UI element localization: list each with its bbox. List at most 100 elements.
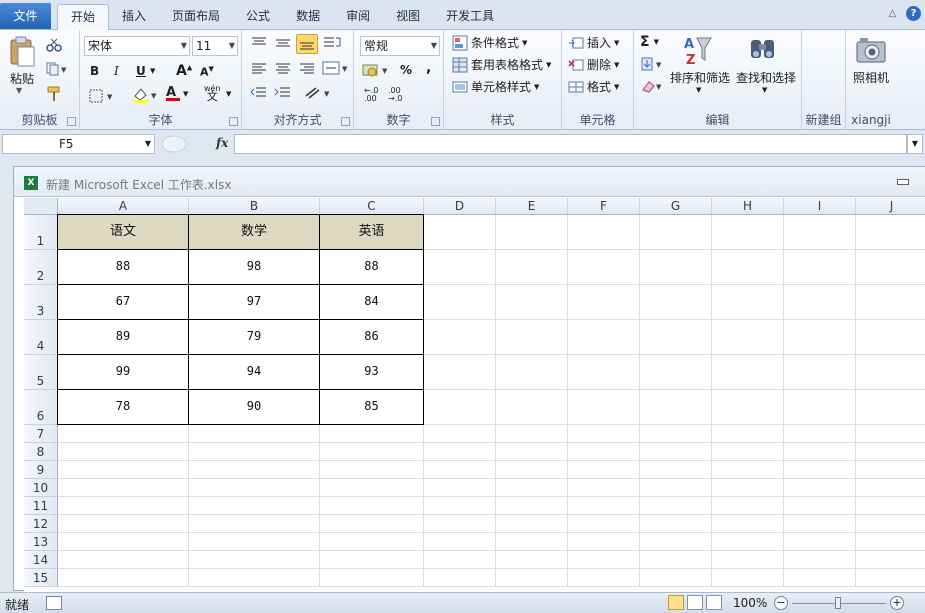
font-size-select[interactable]: 11 ▼ xyxy=(192,36,238,56)
tab-page-layout[interactable]: 页面布局 xyxy=(159,4,233,30)
underline-dropdown-icon[interactable]: ▼ xyxy=(150,67,155,75)
column-header-h[interactable]: H xyxy=(712,198,784,215)
number-format-select[interactable]: 常规 ▼ xyxy=(360,36,440,56)
find-select-label[interactable]: 查找和选择 xyxy=(732,69,800,86)
tab-review[interactable]: 审阅 xyxy=(333,4,383,30)
data-cell[interactable]: 97 xyxy=(189,285,320,320)
row-header-12[interactable]: 12 xyxy=(24,515,58,533)
page-layout-view-icon[interactable] xyxy=(687,595,703,610)
formula-input[interactable] xyxy=(234,134,907,154)
row-header-4[interactable]: 4 xyxy=(24,320,58,355)
tab-view[interactable]: 视图 xyxy=(383,4,433,30)
normal-view-icon[interactable] xyxy=(668,595,684,610)
find-select-dropdown-icon[interactable]: ▼ xyxy=(762,86,767,94)
insert-cells-button[interactable]: 插入 ▼ xyxy=(568,34,619,51)
tab-insert[interactable]: 插入 xyxy=(109,4,159,30)
format-as-table-button[interactable]: 套用表格格式 ▼ xyxy=(452,56,551,73)
zoom-level[interactable]: 100% xyxy=(733,596,767,610)
autosum-button[interactable]: Σ ▼ xyxy=(640,34,659,50)
align-right-icon[interactable] xyxy=(298,62,316,79)
increase-indent-icon[interactable] xyxy=(274,86,292,103)
italic-button[interactable]: I xyxy=(114,64,119,78)
tab-home[interactable]: 开始 xyxy=(57,4,110,31)
select-all-corner[interactable] xyxy=(24,198,58,215)
row-header-11[interactable]: 11 xyxy=(24,497,58,515)
header-cell[interactable]: 英语 xyxy=(320,214,424,250)
grow-font-icon[interactable]: A▲ xyxy=(176,63,192,79)
minimize-ribbon-icon[interactable]: △ xyxy=(885,6,900,21)
tab-developer[interactable]: 开发工具 xyxy=(433,4,507,30)
phonetic-icon[interactable]: wén 文 xyxy=(204,85,221,103)
help-icon[interactable]: ? xyxy=(906,6,921,21)
header-cell[interactable]: 数学 xyxy=(189,214,320,250)
merge-center-icon[interactable]: ▼ xyxy=(322,60,350,79)
align-bottom-icon[interactable] xyxy=(296,34,318,54)
conditional-format-button[interactable]: 条件格式 ▼ xyxy=(452,34,527,51)
minimize-icon[interactable] xyxy=(897,179,909,185)
find-select-icon[interactable] xyxy=(748,34,778,67)
align-top-icon[interactable] xyxy=(250,36,268,53)
data-cell[interactable]: 98 xyxy=(189,250,320,285)
column-header-g[interactable]: G xyxy=(640,198,712,215)
data-cell[interactable]: 85 xyxy=(320,390,424,425)
sort-filter-label[interactable]: 排序和筛选 xyxy=(668,69,732,86)
row-header-7[interactable]: 7 xyxy=(24,425,58,443)
column-header-d[interactable]: D xyxy=(424,198,496,215)
column-header-b[interactable]: B xyxy=(189,198,320,215)
paste-label[interactable]: 粘贴 xyxy=(4,70,40,87)
borders-icon[interactable]: ▼ xyxy=(88,88,118,107)
wrap-text-icon[interactable]: ▼ xyxy=(304,86,334,103)
number-launcher-icon[interactable] xyxy=(431,117,440,126)
font-color-icon[interactable]: A xyxy=(166,85,180,101)
data-cell[interactable]: 84 xyxy=(320,285,424,320)
align-middle-icon[interactable] xyxy=(274,36,292,53)
data-cell[interactable]: 88 xyxy=(57,250,189,285)
row-header-14[interactable]: 14 xyxy=(24,551,58,569)
row-header-3[interactable]: 3 xyxy=(24,285,58,320)
clear-icon[interactable]: ▼ xyxy=(640,78,668,97)
fill-icon[interactable]: ▼ xyxy=(640,56,668,75)
alignment-launcher-icon[interactable] xyxy=(341,117,350,126)
font-color-dropdown-icon[interactable]: ▼ xyxy=(183,90,188,98)
clipboard-launcher-icon[interactable] xyxy=(67,117,76,126)
decrease-decimal-icon[interactable]: .00 →.0 xyxy=(388,87,402,103)
expand-formula-bar-icon[interactable]: ▼ xyxy=(907,134,923,154)
row-header-15[interactable]: 15 xyxy=(24,569,58,587)
font-launcher-icon[interactable] xyxy=(229,117,238,126)
page-break-view-icon[interactable] xyxy=(706,595,722,610)
tab-data[interactable]: 数据 xyxy=(283,4,333,30)
worksheet-grid[interactable]: A B C D E F G H I J 1 2 3 4 5 6 7 8 9 10 11 12 13 14 15 语文 数学 英语 88 9… xyxy=(24,198,925,592)
zoom-out-button[interactable]: − xyxy=(774,596,788,610)
row-header-5[interactable]: 5 xyxy=(24,355,58,390)
column-header-j[interactable]: J xyxy=(856,198,925,215)
align-center-icon[interactable] xyxy=(274,62,292,79)
data-cell[interactable]: 89 xyxy=(57,320,189,355)
zoom-slider-thumb[interactable] xyxy=(835,597,841,609)
data-cell[interactable]: 90 xyxy=(189,390,320,425)
row-header-10[interactable]: 10 xyxy=(24,479,58,497)
data-cell[interactable]: 99 xyxy=(57,355,189,390)
column-header-f[interactable]: F xyxy=(568,198,640,215)
format-cells-button[interactable]: 格式 ▼ xyxy=(568,78,619,95)
column-header-c[interactable]: C xyxy=(320,198,424,215)
insert-function-icon[interactable]: fx xyxy=(216,136,228,150)
macro-record-icon[interactable] xyxy=(46,596,62,610)
data-cell[interactable]: 88 xyxy=(320,250,424,285)
row-header-6[interactable]: 6 xyxy=(24,390,58,425)
data-cell[interactable]: 86 xyxy=(320,320,424,355)
data-cell[interactable]: 79 xyxy=(189,320,320,355)
camera-icon[interactable] xyxy=(856,36,886,67)
data-cell[interactable]: 67 xyxy=(57,285,189,320)
shrink-font-icon[interactable]: A▼ xyxy=(200,65,214,79)
accounting-format-icon[interactable]: ▼ xyxy=(362,62,394,81)
row-header-1[interactable]: 1 xyxy=(24,215,58,250)
header-cell[interactable]: 语文 xyxy=(57,214,189,250)
data-cell[interactable]: 93 xyxy=(320,355,424,390)
name-box[interactable]: F5 ▼ xyxy=(2,134,155,154)
underline-button[interactable]: U xyxy=(136,64,146,78)
tab-file[interactable]: 文件 xyxy=(0,3,51,29)
row-header-8[interactable]: 8 xyxy=(24,443,58,461)
comma-button[interactable]: , xyxy=(426,60,431,76)
cut-icon[interactable] xyxy=(46,38,62,55)
camera-label[interactable]: 照相机 xyxy=(848,69,894,86)
